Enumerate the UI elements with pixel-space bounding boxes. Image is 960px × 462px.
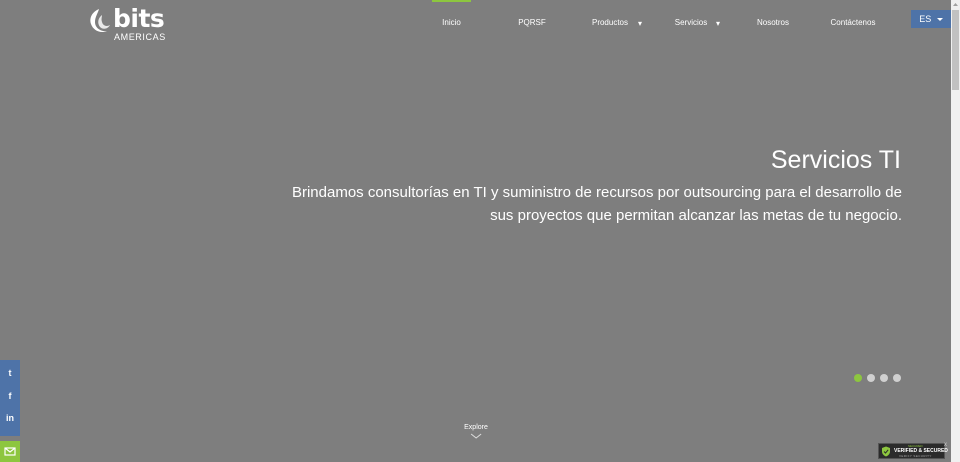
brand-name: bits: [113, 4, 165, 33]
badge-sub-text: VERIFY SECURITY: [899, 454, 932, 458]
language-selector[interactable]: ES: [911, 10, 951, 28]
hero-description: Brindamos consultorías en TI y suministr…: [291, 184, 902, 224]
explore-label: Explore: [464, 424, 488, 431]
carousel-dot-1[interactable]: [854, 374, 862, 382]
scroll-up-arrow-icon[interactable]: [951, 0, 960, 9]
badge-close-icon[interactable]: x: [944, 442, 947, 448]
linkedin-icon[interactable]: in: [0, 408, 20, 428]
nav-item-contactenos[interactable]: Contáctenos: [829, 0, 877, 46]
nav-item-label: Inicio: [442, 18, 461, 27]
scrollbar[interactable]: [951, 0, 960, 462]
nav-item-servicios[interactable]: Servicios: [671, 0, 711, 46]
nav-item-inicio[interactable]: Inicio: [432, 0, 471, 46]
chevron-down-icon: [470, 433, 482, 439]
active-indicator: [432, 0, 471, 2]
nav-item-label: Servicios: [674, 18, 708, 27]
language-label: ES: [919, 14, 932, 24]
nav-item-label: Contáctenos: [830, 18, 876, 27]
scroll-thumb[interactable]: [952, 10, 959, 90]
shield-icon: [882, 446, 890, 457]
nav-item-label: PQRSF: [518, 18, 546, 27]
brand-logo[interactable]: bits AMERICAS: [86, 4, 170, 43]
social-sidebar: t f in: [0, 360, 20, 436]
security-badge[interactable]: SECURED VERIFIED & SECURED VERIFY SECURI…: [878, 443, 948, 459]
nav-item-label: Productos: [591, 18, 629, 27]
twitter-icon[interactable]: t: [0, 363, 20, 383]
servicios-dropdown-icon[interactable]: ▾: [716, 0, 720, 48]
mail-icon: [4, 447, 16, 456]
carousel-dot-4[interactable]: [893, 374, 901, 382]
logo-mark-icon: [90, 9, 110, 33]
nav-item-pqrsf[interactable]: PQRSF: [512, 0, 552, 46]
nav-item-label: Nosotros: [756, 18, 789, 27]
hero-title: Servicios TI: [770, 146, 901, 174]
facebook-icon[interactable]: f: [0, 386, 20, 406]
nav-item-productos[interactable]: Productos: [588, 0, 632, 46]
carousel-dot-2[interactable]: [867, 374, 875, 382]
productos-dropdown-icon[interactable]: ▾: [638, 0, 642, 48]
brand-subtitle: AMERICAS: [114, 32, 166, 42]
caret-down-icon: [936, 18, 943, 22]
nav-item-nosotros[interactable]: Nosotros: [753, 0, 793, 46]
carousel-dot-3[interactable]: [880, 374, 888, 382]
explore-link[interactable]: Explore: [464, 424, 488, 439]
mail-button[interactable]: [0, 441, 20, 462]
